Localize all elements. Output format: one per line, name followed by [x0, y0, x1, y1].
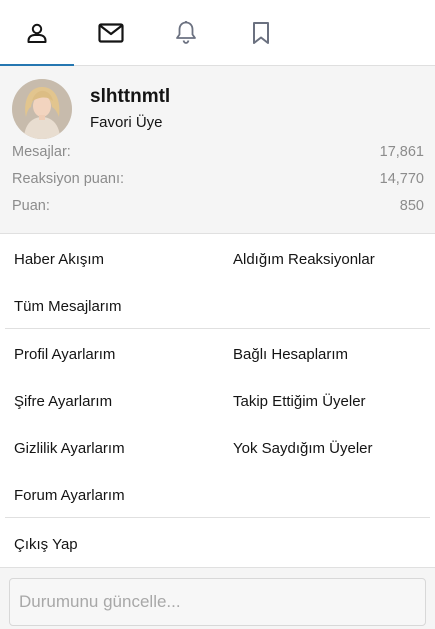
envelope-icon — [98, 23, 124, 43]
tab-bookmarks[interactable] — [224, 0, 298, 66]
stat-label: Puan: — [12, 198, 50, 214]
stat-label: Reaksiyon puanı: — [12, 171, 125, 187]
stat-value[interactable]: 850 — [400, 198, 424, 214]
menu-connected-accounts-link[interactable]: Bağlı Hesaplarım — [233, 346, 348, 363]
tab-account[interactable] — [0, 0, 74, 67]
stat-points: Puan: 850 — [12, 198, 424, 218]
status-input[interactable] — [9, 578, 426, 626]
menu-following-link[interactable]: Takip Ettiğim Üyeler — [233, 393, 366, 410]
user-icon — [27, 23, 47, 43]
bookmark-icon — [253, 22, 269, 44]
menu-divider — [5, 328, 430, 329]
tab-alerts[interactable] — [149, 0, 223, 66]
bell-icon — [176, 21, 196, 44]
stat-value[interactable]: 17,861 — [380, 144, 424, 160]
menu-all-messages-link[interactable]: Tüm Mesajlarım — [14, 298, 122, 315]
menu-reactions-received-link[interactable]: Aldığım Reaksiyonlar — [233, 251, 375, 268]
menu-news-feed-link[interactable]: Haber Akışım — [14, 251, 104, 268]
menu-ignored-members-link[interactable]: Yok Saydığım Üyeler — [233, 440, 373, 457]
stat-messages: Mesajlar: 17,861 — [12, 144, 424, 164]
menu-divider — [5, 517, 430, 518]
avatar[interactable] — [12, 79, 72, 139]
menu-forum-settings-link[interactable]: Forum Ayarlarım — [14, 487, 125, 504]
stat-label: Mesajlar: — [12, 144, 71, 160]
menu-privacy-settings-link[interactable]: Gizlilik Ayarlarım — [14, 440, 125, 457]
logout-link[interactable]: Çıkış Yap — [14, 536, 78, 553]
menu-password-settings-link[interactable]: Şifre Ayarlarım — [14, 393, 112, 410]
avatar-image — [12, 79, 72, 139]
stat-reaction-score: Reaksiyon puanı: 14,770 — [12, 171, 424, 191]
stat-value: 14,770 — [379, 171, 424, 187]
tab-inbox[interactable] — [74, 0, 148, 66]
menu-profile-settings-link[interactable]: Profil Ayarlarım — [14, 346, 115, 363]
profile-user-title: Favori Üye — [90, 114, 163, 131]
profile-username[interactable]: slhttnmtl — [90, 86, 170, 108]
account-tab-bar — [0, 0, 435, 67]
status-update-area — [0, 567, 435, 629]
profile-summary: slhttnmtl Favori Üye Mesajlar: 17,861 Re… — [0, 66, 435, 234]
